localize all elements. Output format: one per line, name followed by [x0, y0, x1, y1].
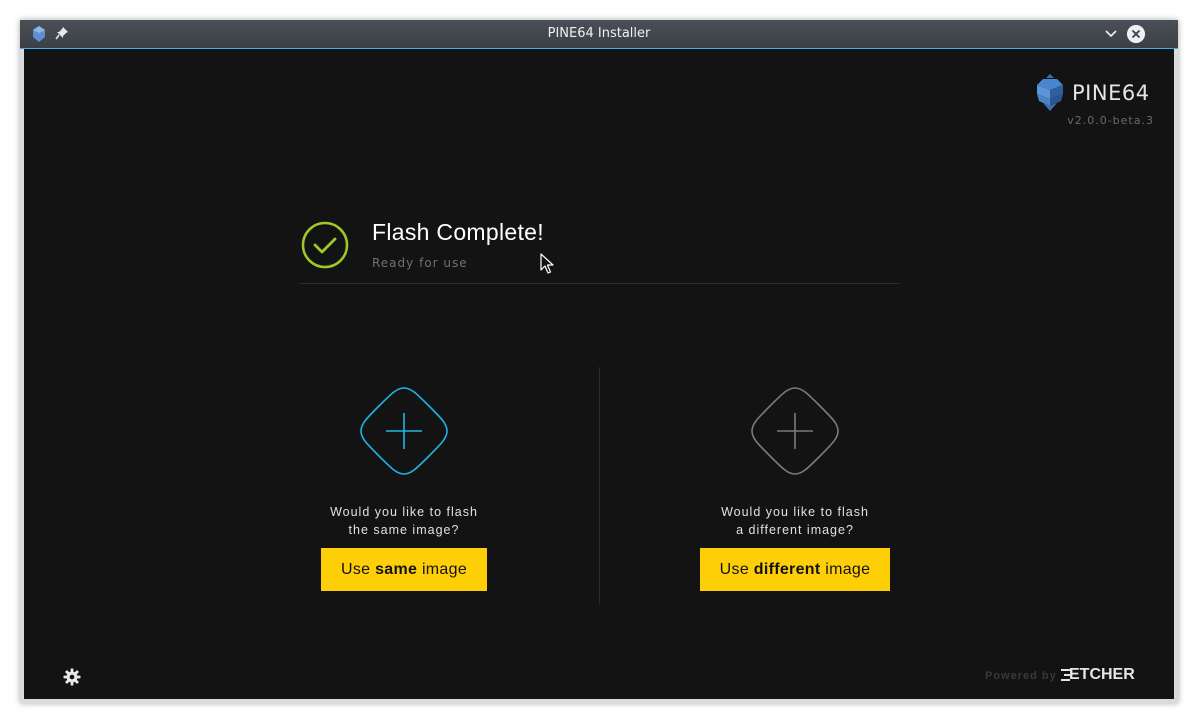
plus-icon[interactable] — [359, 386, 449, 476]
powered-by-label: Powered by — [985, 670, 1057, 682]
button-label-bold: different — [753, 561, 821, 578]
button-label: image — [820, 561, 871, 578]
version-label: v2.0.0-beta.3 — [1067, 114, 1154, 127]
use-different-image-button[interactable]: Use different image — [699, 548, 891, 591]
etcher-logo-icon — [1061, 669, 1070, 681]
plus-icon[interactable] — [750, 386, 840, 476]
brand-logo: PINE64 v2.0.0-beta.3 — [1035, 74, 1153, 134]
etcher-label: ETCHER — [1069, 666, 1135, 683]
main-content: PINE64 v2.0.0-beta.3 Flash Complete! Rea… — [24, 49, 1174, 699]
question-line: Would you like to flash — [721, 505, 869, 519]
title-bar[interactable]: PINE64 Installer — [20, 20, 1178, 49]
button-label-bold: same — [375, 561, 418, 578]
question-line: the same image? — [348, 523, 460, 537]
window-title: PINE64 Installer — [547, 26, 651, 41]
different-image-question: Would you like to flash a different imag… — [695, 503, 895, 539]
gear-icon[interactable] — [63, 668, 81, 686]
chevron-down-icon[interactable] — [1103, 27, 1119, 41]
same-image-question: Would you like to flash the same image? — [304, 503, 504, 539]
app-window: PINE64 Installer PINE64 v2.0.0-beta.3 Fl… — [20, 20, 1178, 703]
question-line: Would you like to flash — [330, 505, 478, 519]
brand-name: PINE64 — [1072, 81, 1150, 105]
status-divider — [299, 283, 899, 284]
check-circle-icon — [301, 221, 349, 269]
flash-status-heading: Flash Complete! — [372, 219, 544, 245]
options-divider — [599, 367, 600, 605]
button-label: Use — [719, 561, 754, 578]
etcher-logo[interactable]: ETCHER — [1061, 666, 1135, 684]
button-label: Use — [340, 561, 376, 578]
close-icon[interactable] — [1127, 25, 1145, 43]
flash-status-subheading: Ready for use — [372, 256, 468, 270]
question-line: a different image? — [736, 523, 854, 537]
different-image-option: Would you like to flash a different imag… — [695, 386, 895, 591]
same-image-option: Would you like to flash the same image? … — [304, 386, 504, 591]
pine64-logo-icon — [1037, 74, 1063, 111]
mouse-cursor-icon — [540, 253, 554, 274]
button-label: image — [417, 561, 468, 578]
use-same-image-button[interactable]: Use same image — [320, 548, 488, 591]
